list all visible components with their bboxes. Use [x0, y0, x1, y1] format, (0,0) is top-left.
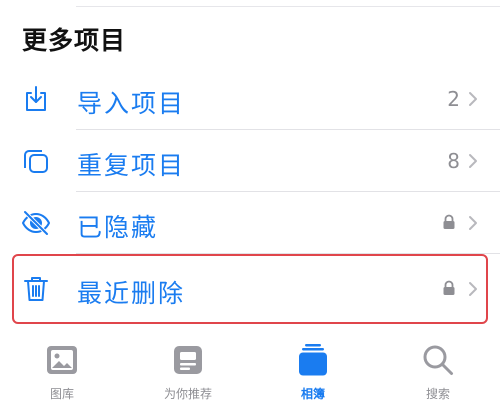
tab-library[interactable]: 图库 [12, 335, 112, 415]
tab-label: 搜索 [425, 387, 450, 401]
row-imports[interactable]: 导入项目 2 [0, 68, 500, 130]
chevron-right-icon [469, 154, 477, 168]
row-count: 8 [447, 149, 460, 173]
tab-for-you[interactable]: 为你推荐 [138, 335, 238, 415]
tab-label: 图库 [49, 387, 74, 401]
tab-albums[interactable]: 相簿 [263, 335, 363, 415]
hidden-eye-icon [20, 207, 52, 239]
row-count: 2 [447, 87, 460, 111]
import-icon [20, 83, 52, 115]
tab-label: 为你推荐 [163, 387, 212, 401]
search-icon [419, 343, 457, 377]
for-you-icon [169, 343, 207, 377]
row-label: 导入项目 [77, 89, 186, 118]
tab-search[interactable]: 搜索 [388, 335, 488, 415]
albums-icon [294, 343, 332, 377]
highlight-box [12, 254, 488, 324]
tab-bar: 图库 为你推荐 相簿 搜索 [0, 335, 500, 415]
chevron-right-icon [469, 216, 477, 230]
row-label: 重复项目 [77, 151, 186, 180]
library-icon [43, 343, 81, 377]
row-label: 已隐藏 [77, 213, 159, 242]
tab-label: 相簿 [300, 387, 325, 401]
row-duplicates[interactable]: 重复项目 8 [0, 130, 500, 192]
duplicate-icon [20, 145, 52, 177]
chevron-right-icon [469, 92, 477, 106]
lock-icon [443, 214, 455, 229]
row-hidden[interactable]: 已隐藏 [0, 192, 500, 254]
top-divider [76, 6, 500, 7]
section-title: 更多项目 [22, 26, 127, 55]
